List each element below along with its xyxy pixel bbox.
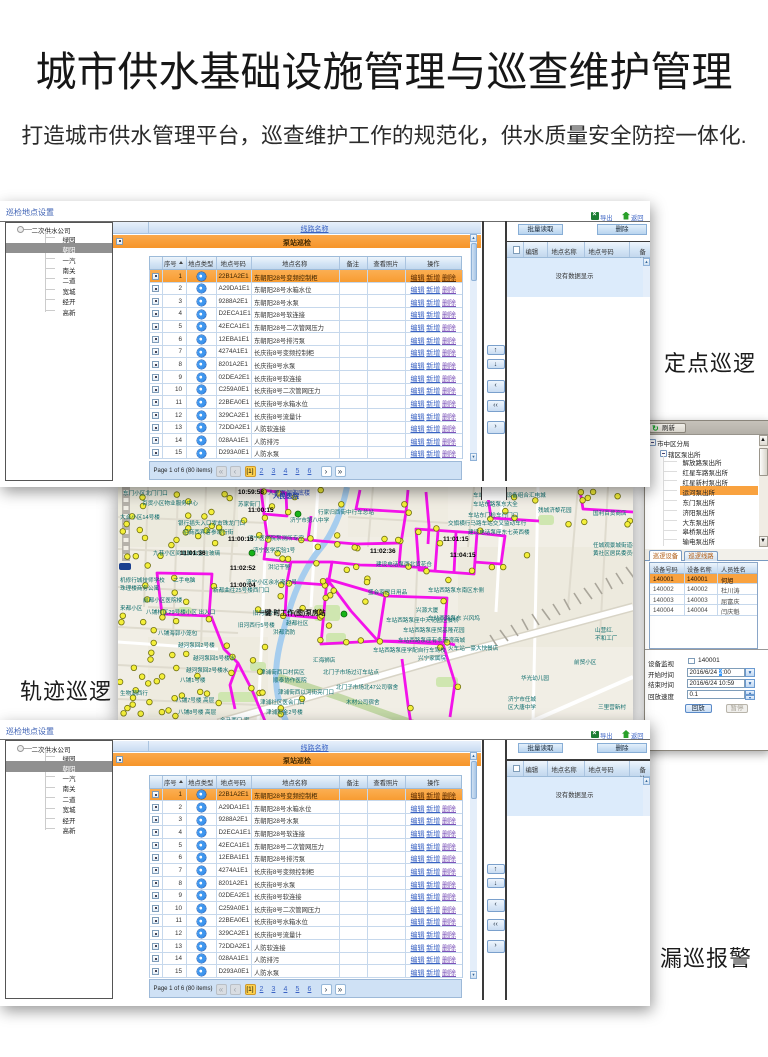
svg-text:八铺8号楼 高层: 八铺8号楼 高层 xyxy=(178,708,217,716)
svg-text:残城济黎花园: 残城济黎花园 xyxy=(538,506,572,514)
svg-text:招商西宾客参观行街: 招商西宾客参观行街 xyxy=(183,528,234,536)
svg-text:人民医保兜底楼: 人民医保兜底楼 xyxy=(268,489,310,497)
svg-text:车站西路泵座有条港湾商城: 车站西路泵座有条港湾商城 xyxy=(398,636,466,644)
svg-text:火车站一豪大快餐店: 火车站一豪大快餐店 xyxy=(448,644,499,652)
svg-text:越都社区: 越都社区 xyxy=(286,619,309,627)
svg-text:汇海狮店: 汇海狮店 xyxy=(313,656,336,664)
svg-text:11:04:15: 11:04:15 xyxy=(450,552,476,559)
svg-text:三里营新村: 三里营新村 xyxy=(598,703,626,711)
svg-text:东门小区北门门口: 东门小区北门门口 xyxy=(123,489,168,497)
svg-text:前都小区医院楼: 前都小区医院楼 xyxy=(143,596,183,604)
svg-text:八铺海郭小笼包: 八铺海郭小笼包 xyxy=(158,629,198,637)
svg-text:大合小区14号楼: 大合小区14号楼 xyxy=(120,513,160,521)
svg-text:黄社区居民委员会卫生室: 黄社区居民委员会卫生室 xyxy=(593,549,633,557)
svg-text:旧河西行5号楼: 旧河西行5号楼 xyxy=(238,621,275,629)
svg-text:洪记干警: 洪记干警 xyxy=(268,563,291,571)
svg-text:八铺1号楼: 八铺1号楼 xyxy=(180,676,206,684)
svg-text:11:00:04: 11:00:04 xyxy=(230,582,256,589)
svg-text:11:02:52: 11:02:52 xyxy=(230,565,256,572)
svg-text:车站西路泵座学配自行车驾校: 车站西路泵座学配自行车驾校 xyxy=(373,646,446,654)
svg-text:华光幼儿园: 华光幼儿园 xyxy=(521,674,549,682)
svg-text:八铺7号楼 高层: 八铺7号楼 高层 xyxy=(176,696,215,704)
svg-text:津浦社区医会门口: 津浦社区医会门口 xyxy=(260,698,305,706)
svg-text:11:00:15: 11:00:15 xyxy=(228,536,254,543)
svg-text:八铺村区29号楼小区 出入口: 八铺村区29号楼小区 出入口 xyxy=(146,608,215,616)
svg-text:车站西路泵座贸基隆花园: 车站西路泵座贸基隆花园 xyxy=(403,626,465,634)
svg-text:津浦街西以河街亮门口: 津浦街西以河街亮门口 xyxy=(278,688,334,696)
svg-text:津浦街西口村民区: 津浦街西口村民区 xyxy=(260,668,305,676)
svg-text:车站西路泵座中天花园区餐桥: 车站西路泵座中天花园区餐桥 xyxy=(386,616,459,624)
svg-text:区大唐中学: 区大唐中学 xyxy=(508,703,536,711)
svg-text:行家归西街中行车总站: 行家归西街中行车总站 xyxy=(318,508,374,516)
svg-text:机修行城技师学校: 机修行城技师学校 xyxy=(120,576,165,584)
svg-text:一键 时工作(图)泵房站: 一键 时工作(图)泵房站 xyxy=(258,608,326,617)
svg-text:百货小区物业服务中心: 百货小区物业服务中心 xyxy=(142,499,198,507)
svg-text:不和工厂: 不和工厂 xyxy=(595,634,618,642)
svg-text:11:02:36: 11:02:36 xyxy=(370,548,396,555)
svg-text:洪都消防: 洪都消防 xyxy=(273,628,296,636)
svg-text:兴宁家属院: 兴宁家属院 xyxy=(418,654,446,662)
svg-text:车站东门检车行门口: 车站东门检车行门口 xyxy=(468,511,518,519)
svg-text:济宁市第八中学: 济宁市第八中学 xyxy=(290,516,330,524)
svg-text:越河泵回2号楼: 越河泵回2号楼 xyxy=(178,641,215,649)
svg-text:前贸小区: 前贸小区 xyxy=(574,658,597,666)
svg-text:建设电话泵西北货花仓: 建设电话泵西北货花仓 xyxy=(376,560,432,568)
svg-text:建设电话泵座东七英西楼: 建设电话泵座东七英西楼 xyxy=(468,528,530,536)
svg-text:济宁医学实验1号: 济宁医学实验1号 xyxy=(253,546,296,554)
svg-text:银行插头入口发市珠龙门口: 银行插头入口发市珠龙门口 xyxy=(178,519,245,527)
svg-text:盛会家居日用品: 盛会家居日用品 xyxy=(368,588,408,596)
svg-text:顺泰协作医院: 顺泰协作医院 xyxy=(273,676,307,684)
svg-text:二手电脑: 二手电脑 xyxy=(173,576,196,584)
svg-text:越河泵回2号楼水: 越河泵回2号楼水 xyxy=(186,666,229,674)
svg-text:济宁市任城: 济宁市任城 xyxy=(508,695,536,703)
svg-text:国利百货商店: 国利百货商店 xyxy=(593,509,627,517)
svg-text:任城观景城街道横三里: 任城观景城街道横三里 xyxy=(593,541,633,549)
svg-text:车站西路泵东南区东侧: 车站西路泵东南区东侧 xyxy=(428,586,484,594)
svg-text:木材公司宿舍: 木材公司宿舍 xyxy=(346,698,380,706)
svg-text:生物潮西行: 生物潮西行 xyxy=(120,689,148,697)
svg-text:11:01:15: 11:01:15 xyxy=(443,536,469,543)
svg-text:来都小区: 来都小区 xyxy=(120,604,143,612)
svg-text:11:00:15: 11:00:15 xyxy=(248,507,274,514)
svg-text:11:01:36: 11:01:36 xyxy=(180,550,206,557)
svg-text:北门子市场北47公司宿舍: 北门子市场北47公司宿舍 xyxy=(336,683,399,691)
svg-text:交旗横行马路车站交叉监动车行: 交旗横行马路车站交叉监动车行 xyxy=(448,519,527,527)
svg-text:车站东路泵东大全: 车站东路泵东大全 xyxy=(473,500,518,508)
svg-text:山营红.: 山营红. xyxy=(595,626,614,634)
svg-text:兴源大厦: 兴源大厦 xyxy=(416,606,439,614)
svg-text:济宁医学院泵测所专空: 济宁医学院泵测所专空 xyxy=(248,534,304,542)
svg-text:珠理楼商务公寓: 珠理楼商务公寓 xyxy=(120,584,160,592)
svg-text:10:59:58: 10:59:58 xyxy=(238,489,264,496)
svg-text:北门子市场过订车站点: 北门子市场过订车站点 xyxy=(323,668,379,676)
svg-text:津浦街金2号楼: 津浦街金2号楼 xyxy=(266,708,303,716)
svg-text:越河泵回5号楼水: 越河泵回5号楼水 xyxy=(193,654,236,662)
